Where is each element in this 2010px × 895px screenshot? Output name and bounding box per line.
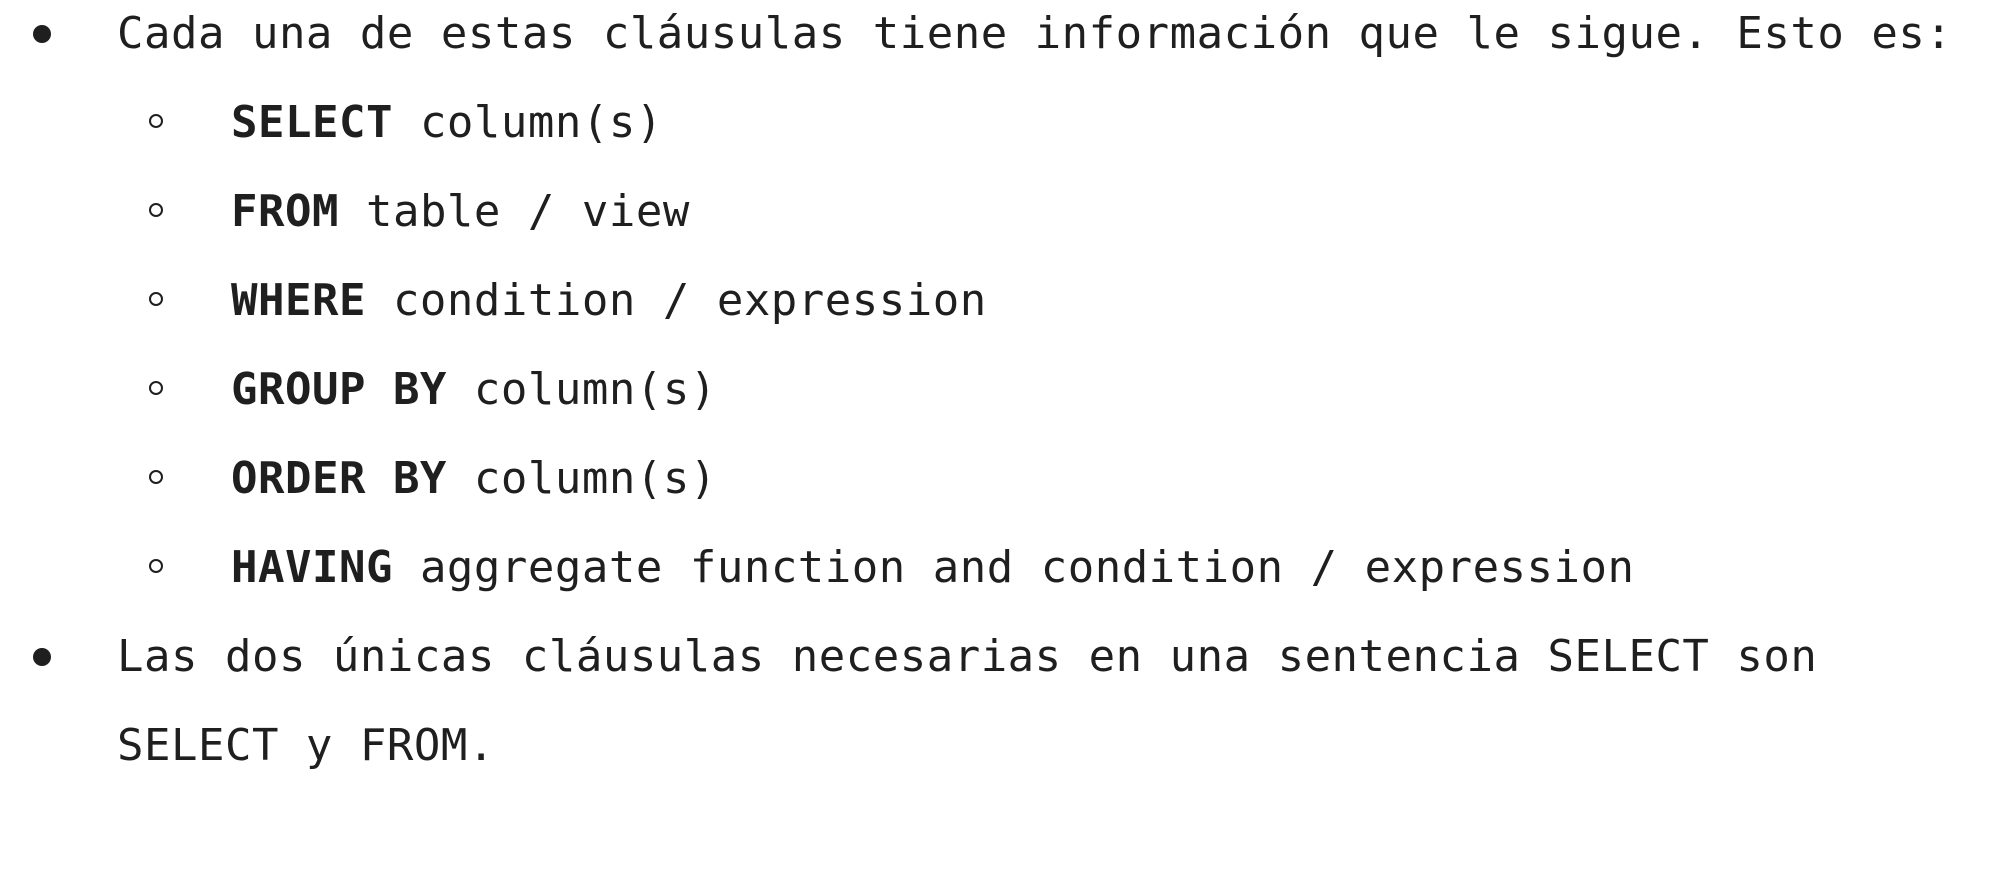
clause-keyword: FROM [231, 186, 339, 237]
hollow-circle-bullet-icon [149, 114, 163, 128]
hollow-circle-bullet-icon [149, 203, 163, 217]
bullet-item-required-clauses: Las dos únicas cláusulas necesarias en u… [0, 612, 1977, 790]
list-item: WHERE condition / expression [0, 256, 2010, 345]
list-item: GROUP BY column(s) [0, 345, 2010, 434]
clause-description: table / view [338, 186, 690, 237]
clause-list: SELECT column(s) FROM table / view WHERE… [0, 78, 2010, 612]
clause-keyword: ORDER BY [231, 453, 447, 504]
clause-keyword: SELECT [231, 97, 393, 148]
hollow-circle-bullet-icon [149, 559, 163, 573]
bullet-text: Cada una de estas cláusulas tiene inform… [117, 8, 1953, 59]
filled-circle-bullet-icon [33, 25, 51, 43]
clause-keyword: GROUP BY [231, 364, 447, 415]
filled-circle-bullet-icon [33, 648, 51, 666]
clause-description: column(s) [446, 364, 717, 415]
list-item: ORDER BY column(s) [0, 434, 2010, 523]
clause-keyword: WHERE [231, 275, 366, 326]
list-item: HAVING aggregate function and condition … [0, 523, 2010, 612]
list-item: FROM table / view [0, 167, 2010, 256]
list-item: SELECT column(s) [0, 78, 2010, 167]
hollow-circle-bullet-icon [149, 470, 163, 484]
clause-keyword: HAVING [231, 542, 393, 593]
document-body: Cada una de estas cláusulas tiene inform… [0, 0, 2010, 790]
hollow-circle-bullet-icon [149, 292, 163, 306]
bullet-item-clauses: Cada una de estas cláusulas tiene inform… [0, 0, 1977, 78]
bullet-text: Las dos únicas cláusulas necesarias en u… [117, 631, 1818, 771]
clause-description: aggregate function and condition / expre… [392, 542, 1635, 593]
clause-description: column(s) [446, 453, 717, 504]
clause-description: column(s) [392, 97, 663, 148]
clause-description: condition / expression [365, 275, 987, 326]
hollow-circle-bullet-icon [149, 381, 163, 395]
